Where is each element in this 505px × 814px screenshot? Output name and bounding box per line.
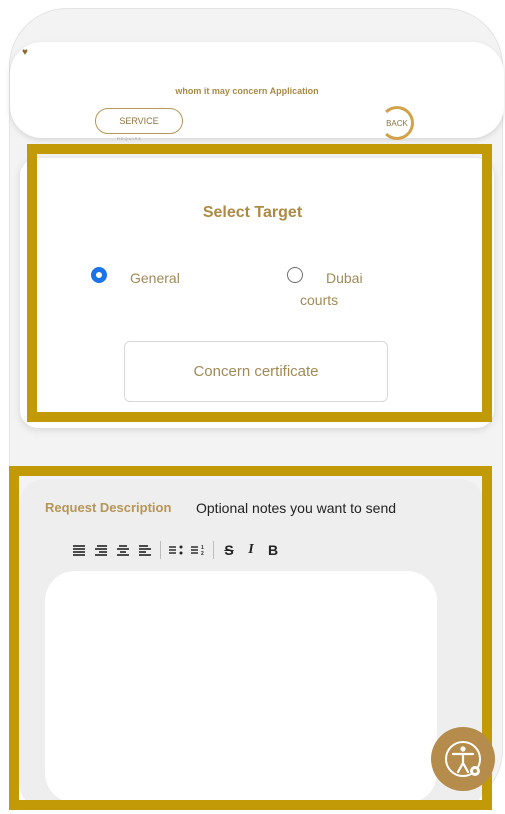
accessibility-icon	[445, 741, 481, 777]
accessibility-button[interactable]	[431, 727, 495, 791]
highlight-frame-target	[27, 144, 492, 422]
page-title: whom it may concern Application	[175, 86, 319, 96]
service-sublabel: REQUIRE	[117, 136, 143, 141]
highlight-frame-request	[9, 466, 492, 810]
service-button[interactable]: SERVICE	[95, 108, 183, 134]
back-button[interactable]: BACK	[380, 106, 414, 140]
heart-icon: ♥	[22, 47, 28, 58]
